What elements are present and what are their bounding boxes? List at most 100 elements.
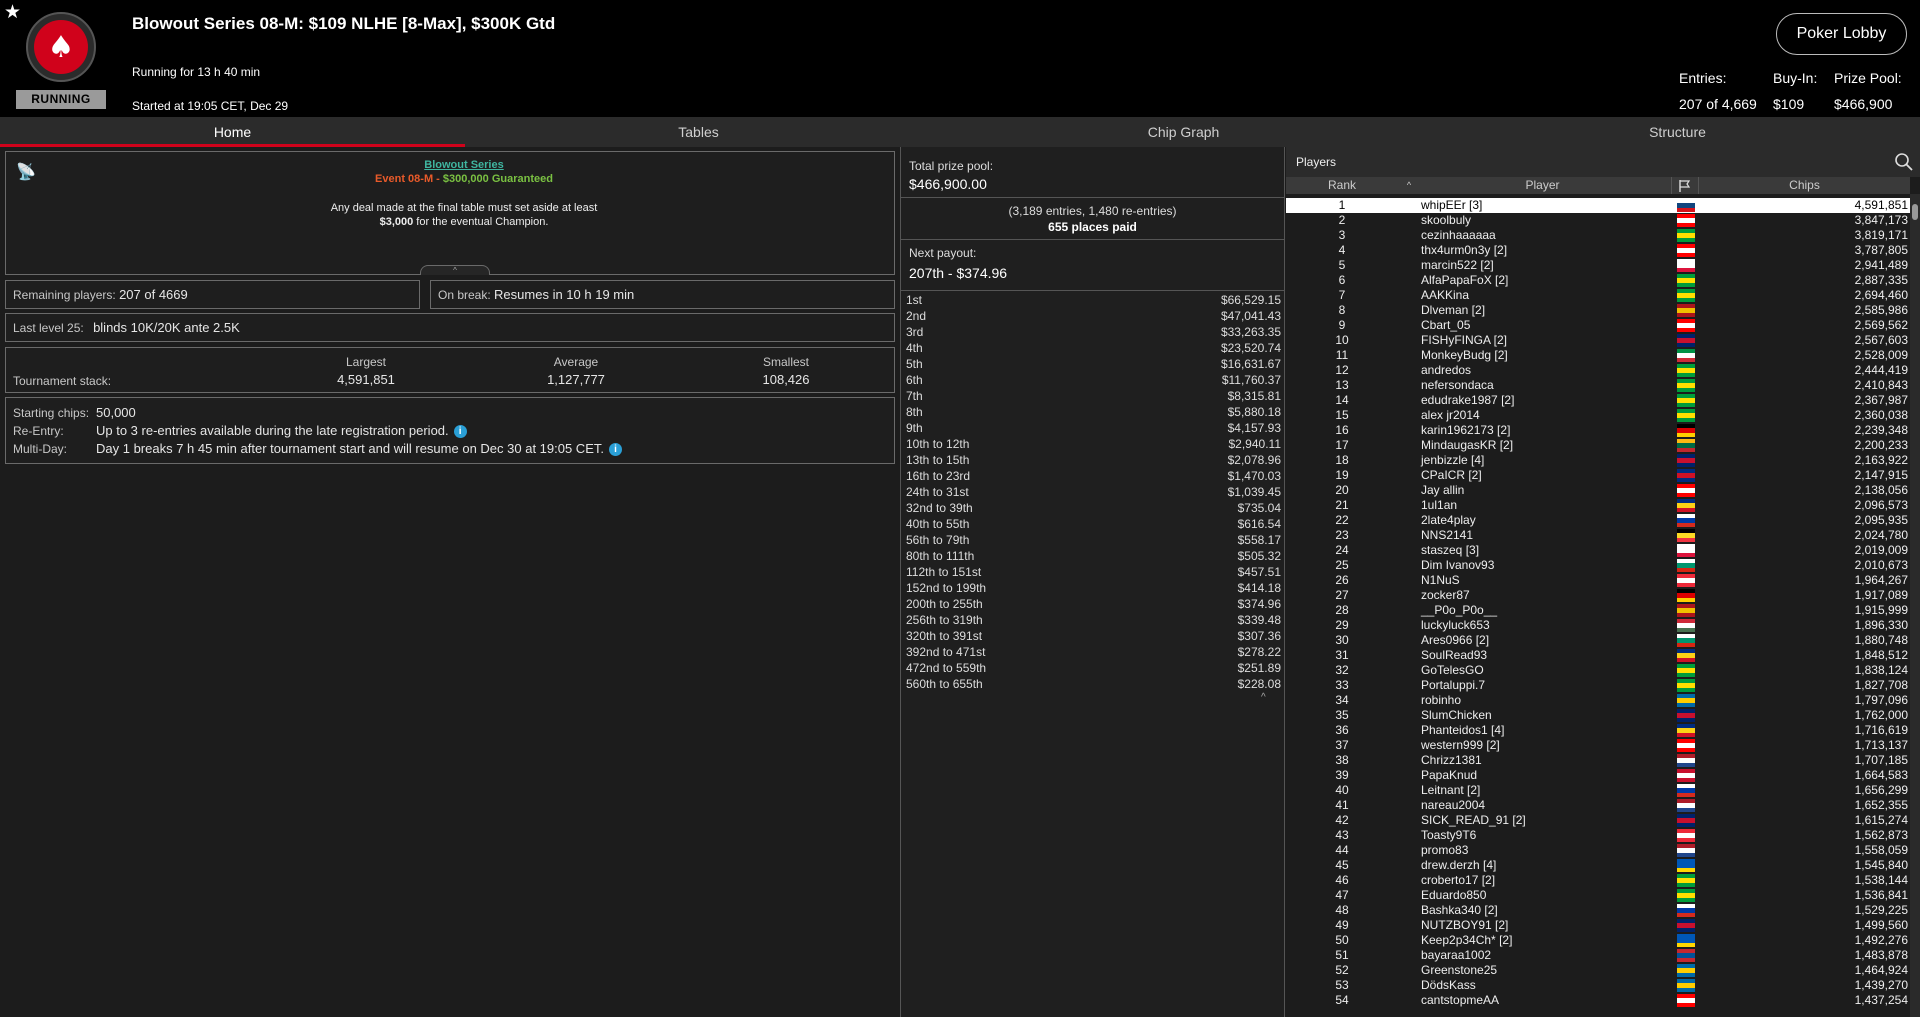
player-row[interactable]: 32 GoTelesGO 1,838,124 <box>1286 663 1910 678</box>
col-player-header[interactable]: Player <box>1416 177 1669 194</box>
player-row[interactable]: 2 skoolbuly 3,847,173 <box>1286 213 1910 228</box>
player-row[interactable]: 39 PapaKnud 1,664,583 <box>1286 768 1910 783</box>
payout-amount: $4,157.93 <box>1227 421 1281 435</box>
tab-structure[interactable]: Structure <box>1435 117 1920 147</box>
largest-label: Largest <box>345 355 387 369</box>
entries-value: 207 of 4,669 <box>1679 96 1757 112</box>
player-row[interactable]: 48 Bashka340 [2] 1,529,225 <box>1286 903 1910 918</box>
player-row[interactable]: 15 alex jr2014 2,360,038 <box>1286 408 1910 423</box>
player-row[interactable]: 18 jenbizzle [4] 2,163,922 <box>1286 453 1910 468</box>
scrollbar-thumb[interactable] <box>1912 204 1918 220</box>
player-row[interactable]: 6 AlfaPapaFoX [2] 2,887,335 <box>1286 273 1910 288</box>
player-name: Leitnant [2] <box>1421 783 1481 797</box>
player-row[interactable]: 46 croberto17 [2] 1,538,144 <box>1286 873 1910 888</box>
player-row[interactable]: 34 robinho 1,797,096 <box>1286 693 1910 708</box>
player-row[interactable]: 52 Greenstone25 1,464,924 <box>1286 963 1910 978</box>
player-chips: 2,010,673 <box>1854 558 1908 572</box>
country-flag-icon <box>1677 529 1695 542</box>
sort-asc-icon[interactable]: ^ <box>1402 177 1416 194</box>
player-row[interactable]: 33 Portaluppi.7 1,827,708 <box>1286 678 1910 693</box>
deal-amount: $3,000 <box>379 216 414 228</box>
player-row[interactable]: 25 Dim Ivanov93 2,010,673 <box>1286 558 1910 573</box>
country-flag-icon <box>1677 559 1695 572</box>
player-row[interactable]: 16 karin1962173 [2] 2,239,348 <box>1286 423 1910 438</box>
player-row[interactable]: 28 __P0o_P0o__ 1,915,999 <box>1286 603 1910 618</box>
country-flag-icon <box>1677 859 1695 872</box>
reentry-info-icon[interactable]: i <box>453 425 467 439</box>
remaining-players-box: Remaining players: 207 of 4669 <box>5 280 420 309</box>
favorite-star-icon[interactable]: ★ <box>4 3 21 23</box>
player-row[interactable]: 49 NUTZBOY91 [2] 1,499,560 <box>1286 918 1910 933</box>
player-rank: 29 <box>1335 618 1349 632</box>
player-row[interactable]: 10 FISHyFINGA [2] 2,567,603 <box>1286 333 1910 348</box>
player-row[interactable]: 37 western999 [2] 1,713,137 <box>1286 738 1910 753</box>
player-row[interactable]: 44 promo83 1,558,059 <box>1286 843 1910 858</box>
player-row[interactable]: 29 luckyluck653 1,896,330 <box>1286 618 1910 633</box>
player-row[interactable]: 12 andredos 2,444,419 <box>1286 363 1910 378</box>
player-rank: 8 <box>1338 303 1346 317</box>
player-row[interactable]: 13 nefersondaca 2,410,843 <box>1286 378 1910 393</box>
player-row[interactable]: 17 MindaugasKR [2] 2,200,233 <box>1286 438 1910 453</box>
player-row[interactable]: 41 nareau2004 1,652,355 <box>1286 798 1910 813</box>
col-chips-header[interactable]: Chips <box>1699 177 1910 194</box>
player-row[interactable]: 45 drew.derzh [4] 1,545,840 <box>1286 858 1910 873</box>
player-row[interactable]: 4 thx4urm0n3y [2] 3,787,805 <box>1286 243 1910 258</box>
player-row[interactable]: 38 Chrizz1381 1,707,185 <box>1286 753 1910 768</box>
player-list-scrollbar[interactable] <box>1910 194 1920 1017</box>
player-row[interactable]: 7 AAKKina 2,694,460 <box>1286 288 1910 303</box>
collapse-handle[interactable]: ^ <box>420 265 490 275</box>
series-link[interactable]: Blowout Series <box>424 159 503 171</box>
player-row[interactable]: 22 2late4play 2,095,935 <box>1286 513 1910 528</box>
payout-place: 16th to 23rd <box>906 469 971 483</box>
player-row[interactable]: 35 SlumChicken 1,762,000 <box>1286 708 1910 723</box>
payout-row: 8th $5,880.18 <box>906 405 1281 421</box>
player-row[interactable]: 3 cezinhaaaaaa 3,819,171 <box>1286 228 1910 243</box>
break-label: On break: <box>438 288 491 302</box>
player-row[interactable]: 50 Keep2p34Ch* [2] 1,492,276 <box>1286 933 1910 948</box>
multiday-info-icon[interactable]: i <box>608 443 622 457</box>
player-row[interactable]: 26 N1NuS 1,964,267 <box>1286 573 1910 588</box>
search-icon[interactable] <box>1894 152 1914 172</box>
player-row[interactable]: 24 staszeq [3] 2,019,009 <box>1286 543 1910 558</box>
player-row[interactable]: 27 zocker87 1,917,089 <box>1286 588 1910 603</box>
player-row[interactable]: 9 Cbart_05 2,569,562 <box>1286 318 1910 333</box>
payout-row: 80th to 111th $505.32 <box>906 549 1281 565</box>
player-row[interactable]: 53 DödsKass 1,439,270 <box>1286 978 1910 993</box>
player-rank: 31 <box>1335 648 1349 662</box>
player-row[interactable]: 8 Dlveman [2] 2,585,986 <box>1286 303 1910 318</box>
player-row[interactable]: 30 Ares0966 [2] 1,880,748 <box>1286 633 1910 648</box>
player-row[interactable]: 11 MonkeyBudg [2] 2,528,009 <box>1286 348 1910 363</box>
player-name: Keep2p34Ch* [2] <box>1421 933 1513 947</box>
player-name: Portaluppi.7 <box>1421 678 1486 692</box>
player-row[interactable]: 20 Jay allin 2,138,056 <box>1286 483 1910 498</box>
collapse-payouts-icon[interactable]: ^ <box>1261 692 1266 703</box>
deal-notice-line2: for the eventual Champion. <box>413 216 549 228</box>
player-row[interactable]: 40 Leitnant [2] 1,656,299 <box>1286 783 1910 798</box>
player-row[interactable]: 36 Phanteidos1 [4] 1,716,619 <box>1286 723 1910 738</box>
tab-chip-graph[interactable]: Chip Graph <box>932 117 1435 147</box>
break-box: On break: Resumes in 10 h 19 min <box>430 280 895 309</box>
col-rank-header[interactable]: Rank <box>1286 177 1398 194</box>
player-rank: 39 <box>1335 768 1349 782</box>
player-row[interactable]: 19 CPaICR [2] 2,147,915 <box>1286 468 1910 483</box>
last-level-value: blinds 10K/20K ante 2.5K <box>93 320 240 335</box>
player-row[interactable]: 43 Toasty9T6 1,562,873 <box>1286 828 1910 843</box>
poker-lobby-button[interactable]: Poker Lobby <box>1776 13 1907 55</box>
player-row[interactable]: 54 cantstopmeAA 1,437,254 <box>1286 993 1910 1008</box>
tab-tables[interactable]: Tables <box>465 117 932 147</box>
player-row[interactable]: 14 edudrake1987 [2] 2,367,987 <box>1286 393 1910 408</box>
tab-home[interactable]: Home <box>0 117 465 147</box>
player-chips: 3,787,805 <box>1854 243 1908 257</box>
player-row[interactable]: 42 SICK_READ_91 [2] 1,615,274 <box>1286 813 1910 828</box>
player-row[interactable]: 51 bayaraa1002 1,483,878 <box>1286 948 1910 963</box>
player-row[interactable]: 47 Eduardo850 1,536,841 <box>1286 888 1910 903</box>
col-flag-header-icon[interactable] <box>1671 177 1699 194</box>
player-row[interactable]: 5 marcin522 [2] 2,941,489 <box>1286 258 1910 273</box>
player-rank: 48 <box>1335 903 1349 917</box>
player-rank: 37 <box>1335 738 1349 752</box>
player-chips: 1,917,089 <box>1854 588 1908 602</box>
player-row[interactable]: 31 SoulRead93 1,848,512 <box>1286 648 1910 663</box>
player-row[interactable]: 23 NNS2141 2,024,780 <box>1286 528 1910 543</box>
player-row[interactable]: 1 whipEEr [3] 4,591,851 <box>1286 198 1910 213</box>
player-row[interactable]: 21 1ul1an 2,096,573 <box>1286 498 1910 513</box>
